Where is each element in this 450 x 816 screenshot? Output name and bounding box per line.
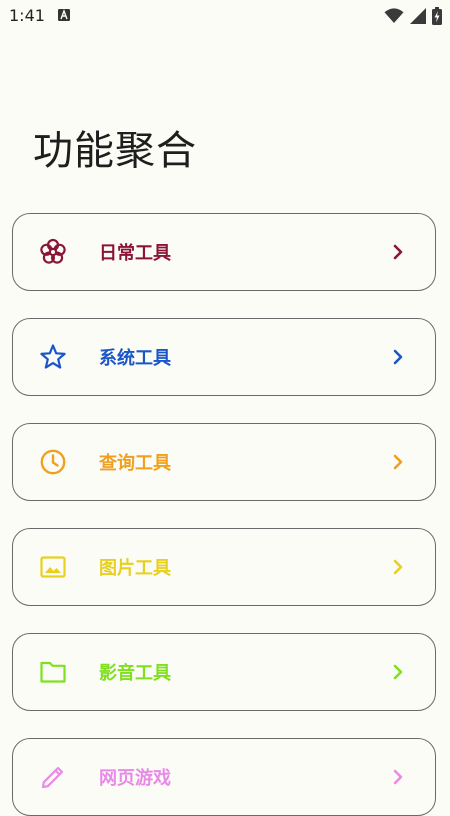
daily-tools-card[interactable]: 日常工具 — [12, 213, 436, 291]
chevron-right-icon — [393, 349, 403, 365]
pencil-icon — [39, 763, 67, 791]
system-tools-card[interactable]: 系统工具 — [12, 318, 436, 396]
system-tools-label: 系统工具 — [99, 348, 171, 369]
image-tools-card[interactable]: 图片工具 — [12, 528, 436, 606]
flower-icon — [39, 238, 67, 266]
wifi-icon — [384, 8, 404, 23]
chevron-right-icon — [393, 664, 403, 680]
chevron-right-icon — [393, 769, 403, 785]
image-icon — [39, 553, 67, 581]
chevron-right-icon — [393, 244, 403, 260]
signal-icon — [410, 8, 426, 24]
folder-icon — [39, 658, 67, 686]
clock-icon — [39, 448, 67, 476]
notification-a-icon — [58, 9, 70, 21]
chevron-right-icon — [393, 559, 403, 575]
star-icon — [39, 343, 67, 371]
daily-tools-label: 日常工具 — [99, 243, 171, 264]
web-games-card[interactable]: 网页游戏 — [12, 738, 436, 816]
media-tools-card[interactable]: 影音工具 — [12, 633, 436, 711]
status-time: 1:41 — [9, 6, 45, 25]
page-title: 功能聚合 — [33, 128, 197, 174]
status-bar: 1:41 — [0, 0, 450, 32]
chevron-right-icon — [393, 454, 403, 470]
query-tools-label: 查询工具 — [99, 453, 171, 474]
battery-charging-icon — [432, 7, 442, 25]
status-icons — [384, 7, 442, 25]
image-tools-label: 图片工具 — [99, 558, 171, 579]
query-tools-card[interactable]: 查询工具 — [12, 423, 436, 501]
web-games-label: 网页游戏 — [99, 768, 171, 789]
media-tools-label: 影音工具 — [99, 663, 171, 684]
